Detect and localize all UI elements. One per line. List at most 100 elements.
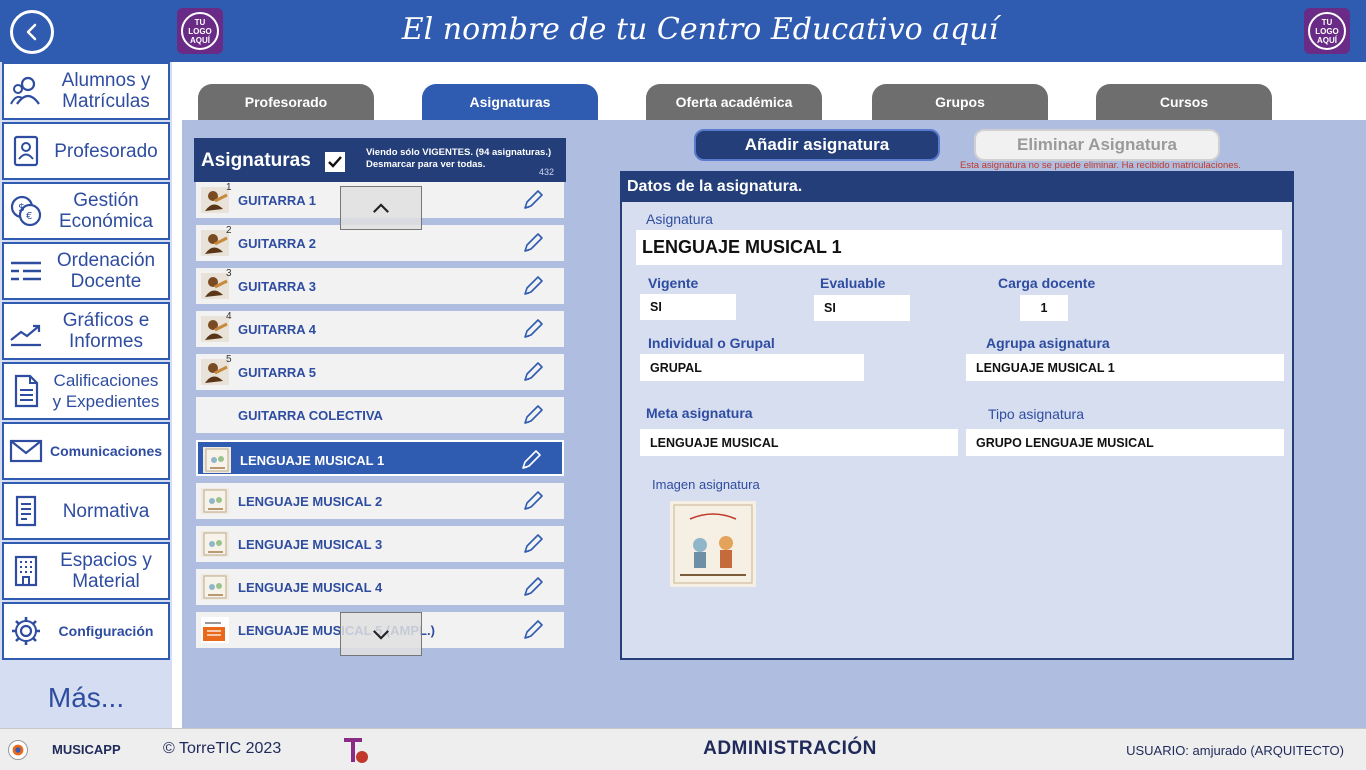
edit-pencil-icon[interactable] <box>522 275 544 297</box>
chevron-up-icon <box>373 202 389 213</box>
subject-name: LENGUAJE MUSICAL 3 <box>238 537 383 552</box>
edit-pencil-icon[interactable] <box>522 232 544 254</box>
scroll-up-button[interactable] <box>340 186 422 230</box>
vigentes-note-line: Viendo sólo VIGENTES. (94 asignaturas.) <box>366 147 552 158</box>
list-item[interactable]: 3 GUITARRA 3 <box>196 268 564 304</box>
sidebar-item-label: Gráficos e Informes <box>62 310 150 352</box>
individual-grupal-label: Individual o Grupal <box>648 335 775 351</box>
tab-grupos[interactable]: Grupos <box>872 84 1048 120</box>
tipo-asignatura-field[interactable]: GRUPO LENGUAJE MUSICAL <box>966 429 1284 456</box>
school-logo-right: TU LOGO AQUÍ <box>1304 8 1350 54</box>
edit-pencil-icon[interactable] <box>520 449 542 471</box>
edit-pencil-icon[interactable] <box>522 619 544 641</box>
delete-subject-button[interactable]: Eliminar Asignatura <box>974 129 1220 161</box>
sidebar-nav: Alumnos y Matrículas Profesorado $ € Gest… <box>0 62 172 728</box>
scroll-down-button[interactable] <box>340 612 422 656</box>
section-label: ADMINISTRACIÓN <box>703 738 877 759</box>
agrupa-asignatura-label: Agrupa asignatura <box>986 335 1110 351</box>
list-item[interactable]: GUITARRA COLECTIVA <box>196 397 564 433</box>
edit-pencil-icon[interactable] <box>522 576 544 598</box>
building-icon <box>4 554 48 588</box>
regulation-icon <box>4 494 48 528</box>
subject-name: LENGUAJE MUSICAL 1 <box>240 453 385 468</box>
vigente-label: Vigente <box>648 275 699 291</box>
sidebar-item-label: Comunicaciones <box>49 442 163 459</box>
add-subject-button[interactable]: Añadir asignatura <box>694 129 940 161</box>
list-icon <box>4 254 48 288</box>
sidebar-item-gestion[interactable]: $ € Gestión Económica <box>2 182 170 240</box>
tab-oferta-academica[interactable]: Oferta académica <box>646 84 822 120</box>
subject-name: GUITARRA 1 <box>238 193 316 208</box>
subject-thumbnail <box>201 187 229 213</box>
edit-pencil-icon[interactable] <box>522 189 544 211</box>
tab-cursos[interactable]: Cursos <box>1096 84 1272 120</box>
sidebar-item-graficos[interactable]: Gráficos e Informes <box>2 302 170 360</box>
trend-chart-icon <box>4 314 48 348</box>
list-item[interactable]: LENGUAJE MUSICAL 4 <box>196 569 564 605</box>
logo-text: LOGO <box>188 26 212 36</box>
edit-pencil-icon[interactable] <box>522 490 544 512</box>
subject-thumbnail <box>201 574 229 600</box>
list-item[interactable]: 4 GUITARRA 4 <box>196 311 564 347</box>
asignatura-label: Asignatura <box>646 211 713 227</box>
edit-pencil-icon[interactable] <box>522 533 544 555</box>
sidebar-item-ordenacion[interactable]: Ordenación Docente <box>2 242 170 300</box>
logo-text: LOGO <box>1315 26 1339 36</box>
edit-pencil-icon[interactable] <box>522 318 544 340</box>
vigente-field[interactable]: SI <box>640 294 736 320</box>
svg-text:$: $ <box>18 201 25 214</box>
tab-profesorado[interactable]: Profesorado <box>198 84 374 120</box>
money-exchange-icon: $ € <box>4 194 48 228</box>
subject-thumbnail <box>201 617 229 643</box>
list-item[interactable]: 5 GUITARRA 5 <box>196 354 564 390</box>
sidebar-item-espacios[interactable]: Espacios y Material <box>2 542 170 600</box>
list-item[interactable]: LENGUAJE MUSICAL 2 <box>196 483 564 519</box>
sidebar-item-calificaciones[interactable]: Calificaciones y Expedientes <box>2 362 170 420</box>
list-item[interactable]: LENGUAJE MUSICAL 3 <box>196 526 564 562</box>
evaluable-label: Evaluable <box>820 275 886 291</box>
asignatura-field[interactable]: LENGUAJE MUSICAL 1 <box>636 230 1282 265</box>
individual-grupal-field[interactable]: GRUPAL <box>640 354 864 381</box>
document-icon <box>4 374 48 408</box>
list-item[interactable]: LENGUAJE MUSICAL 1 <box>196 440 564 476</box>
edit-pencil-icon[interactable] <box>522 361 544 383</box>
subject-level-number: 1 <box>226 182 232 193</box>
evaluable-field[interactable]: SI <box>814 295 910 321</box>
sidebar-item-alumnos[interactable]: Alumnos y Matrículas <box>2 62 170 120</box>
logo-text: TU <box>194 17 206 27</box>
gear-icon <box>4 614 48 648</box>
carga-docente-field[interactable]: 1 <box>1020 295 1068 321</box>
school-logo-left: TU LOGO AQUÍ <box>177 8 223 54</box>
meta-asignatura-field[interactable]: LENGUAJE MUSICAL <box>640 429 958 456</box>
app-name: MUSICAPP <box>52 742 121 757</box>
subject-name: GUITARRA 2 <box>238 236 316 251</box>
tabs-bar: Profesorado Asignaturas Oferta académica… <box>182 62 1366 120</box>
subject-level-number: 5 <box>226 354 232 365</box>
header-bar: TU LOGO AQUÍ El nombre de tu Centro Educ… <box>0 0 1366 62</box>
sidebar-item-profesorado[interactable]: Profesorado <box>2 122 170 180</box>
sidebar-item-normativa[interactable]: Normativa <box>2 482 170 540</box>
tipo-asignatura-label: Tipo asignatura <box>988 406 1084 422</box>
tab-asignaturas[interactable]: Asignaturas <box>422 84 598 120</box>
meta-asignatura-label: Meta asignatura <box>646 405 753 421</box>
sidebar-item-comunicaciones[interactable]: Comunicaciones <box>2 422 170 480</box>
list-count: 432 <box>538 167 554 177</box>
delete-warning: Esta asignatura no se puede eliminar. Ha… <box>960 160 1241 171</box>
edit-pencil-icon[interactable] <box>522 404 544 426</box>
subjects-list[interactable]: 1 GUITARRA 1 2 GUITARRA 2 3 GUITARRA 3 4 GUITAR… <box>194 182 566 660</box>
svg-text:€: € <box>26 211 32 222</box>
sidebar-item-label: Configuración <box>58 622 154 639</box>
list-item[interactable]: 2 GUITARRA 2 <box>196 225 564 261</box>
sidebar-item-configuracion[interactable]: Configuración <box>2 602 170 660</box>
agrupa-asignatura-field[interactable]: LENGUAJE MUSICAL 1 <box>966 354 1284 381</box>
logo-text: TU <box>1321 17 1333 27</box>
torretic-logo-icon <box>340 737 370 765</box>
subject-name: GUITARRA 3 <box>238 279 316 294</box>
subject-name: GUITARRA 5 <box>238 365 316 380</box>
back-button[interactable] <box>10 10 54 54</box>
more-link[interactable]: Más... <box>0 682 172 714</box>
teacher-badge-icon <box>4 134 48 168</box>
subject-image[interactable] <box>670 501 756 587</box>
subject-level-number: 3 <box>226 268 232 279</box>
vigentes-checkbox[interactable] <box>324 151 346 173</box>
